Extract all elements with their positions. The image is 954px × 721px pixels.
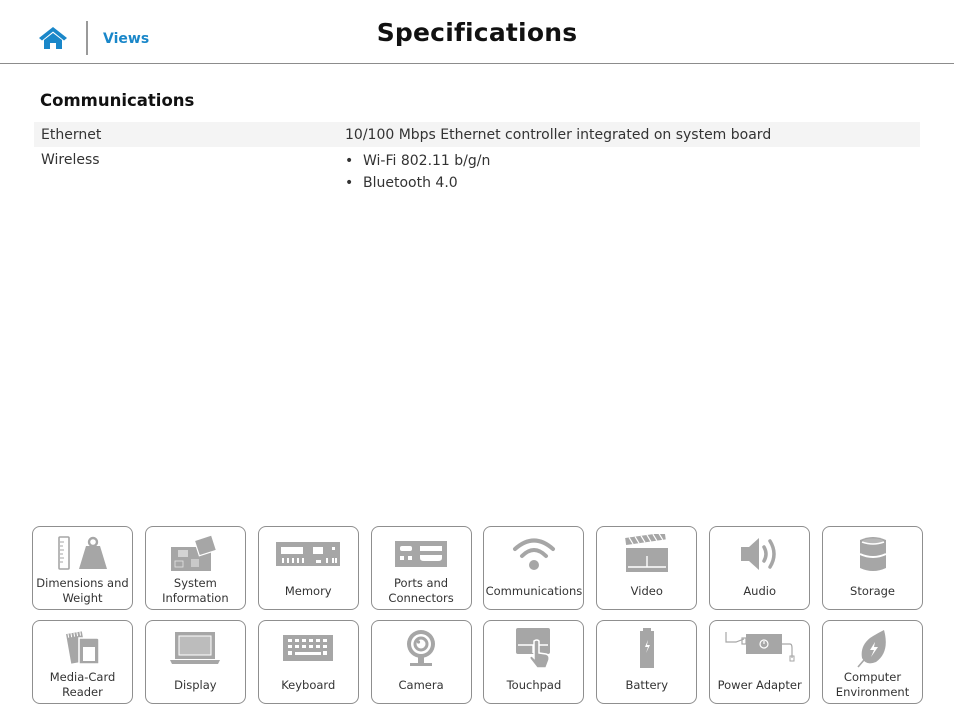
tile-label: Media-Card Reader: [49, 670, 116, 699]
dimensions-weight-icon: [57, 536, 107, 570]
category-tiles: Dimensions and Weight System Information…: [32, 526, 924, 704]
list-item: Wi-Fi 802.11 b/g/n: [345, 150, 920, 172]
storage-cylinder-icon: [859, 537, 886, 571]
tile-label: Audio: [743, 583, 776, 598]
tile-video[interactable]: Video: [596, 526, 698, 610]
tile-computer-environment[interactable]: Computer Environment: [822, 620, 924, 704]
tile-power-adapter[interactable]: Power Adapter: [709, 620, 811, 704]
tile-communications[interactable]: Communications: [483, 526, 585, 610]
spec-label: Ethernet: [41, 127, 102, 143]
spec-value: Wi-Fi 802.11 b/g/n Bluetooth 4.0: [345, 150, 920, 194]
tile-label: Touchpad: [506, 677, 562, 692]
spec-label: Wireless: [41, 152, 100, 168]
webcam-icon: [407, 630, 436, 666]
tile-ports-connectors[interactable]: Ports and Connectors: [370, 526, 472, 610]
battery-icon: [639, 628, 654, 668]
media-card-icon: [65, 631, 100, 665]
tile-label: Video: [630, 583, 663, 598]
spec-table: Ethernet 10/100 Mbps Ethernet controller…: [34, 122, 920, 194]
tile-label: Power Adapter: [717, 677, 802, 692]
page-title: Specifications: [376, 18, 578, 47]
power-adapter-icon: [725, 632, 795, 662]
section-title: Communications: [40, 91, 195, 110]
memory-module-icon: [276, 542, 341, 566]
tile-label: Memory: [284, 583, 332, 598]
tile-camera[interactable]: Camera: [370, 620, 472, 704]
tile-audio[interactable]: Audio: [709, 526, 811, 610]
tile-display[interactable]: Display: [144, 620, 246, 704]
tile-label: Keyboard: [281, 677, 336, 692]
tile-label: Storage: [850, 583, 896, 598]
tile-label: Battery: [625, 677, 669, 692]
speaker-icon: [740, 538, 776, 570]
header-bar: Views Specifications: [0, 0, 954, 64]
tile-label: Camera: [398, 677, 444, 692]
tile-dimensions-weight[interactable]: Dimensions and Weight: [32, 526, 133, 610]
tile-battery[interactable]: Battery: [596, 620, 698, 704]
list-item: Bluetooth 4.0: [345, 172, 920, 194]
tile-label: Ports and Connectors: [388, 576, 454, 605]
keyboard-icon: [283, 635, 334, 661]
system-board-icon: [171, 534, 218, 571]
spec-value: 10/100 Mbps Ethernet controller integrat…: [345, 127, 772, 143]
tile-touchpad[interactable]: Touchpad: [483, 620, 585, 704]
clapperboard-icon: [624, 534, 668, 572]
tile-label: Display: [174, 677, 217, 692]
spec-row-wireless: Wireless Wi-Fi 802.11 b/g/n Bluetooth 4.…: [34, 147, 920, 194]
tile-keyboard[interactable]: Keyboard: [257, 620, 359, 704]
tile-label: Communications: [485, 583, 583, 598]
tile-label: System Information: [162, 576, 229, 605]
tile-label: Computer Environment: [835, 670, 910, 699]
wifi-icon: [512, 538, 555, 570]
tile-memory[interactable]: Memory: [257, 526, 359, 610]
touchpad-icon: [515, 628, 550, 669]
leaf-icon: [856, 630, 886, 668]
tile-label: Dimensions and Weight: [36, 576, 129, 605]
wireless-list: Wi-Fi 802.11 b/g/n Bluetooth 4.0: [345, 150, 920, 194]
tile-storage[interactable]: Storage: [822, 526, 924, 610]
tile-system-information[interactable]: System Information: [144, 526, 246, 610]
spec-row-ethernet: Ethernet 10/100 Mbps Ethernet controller…: [34, 122, 920, 147]
tile-media-card-reader[interactable]: Media-Card Reader: [32, 620, 133, 704]
ports-icon: [395, 541, 448, 567]
laptop-display-icon: [170, 632, 221, 664]
